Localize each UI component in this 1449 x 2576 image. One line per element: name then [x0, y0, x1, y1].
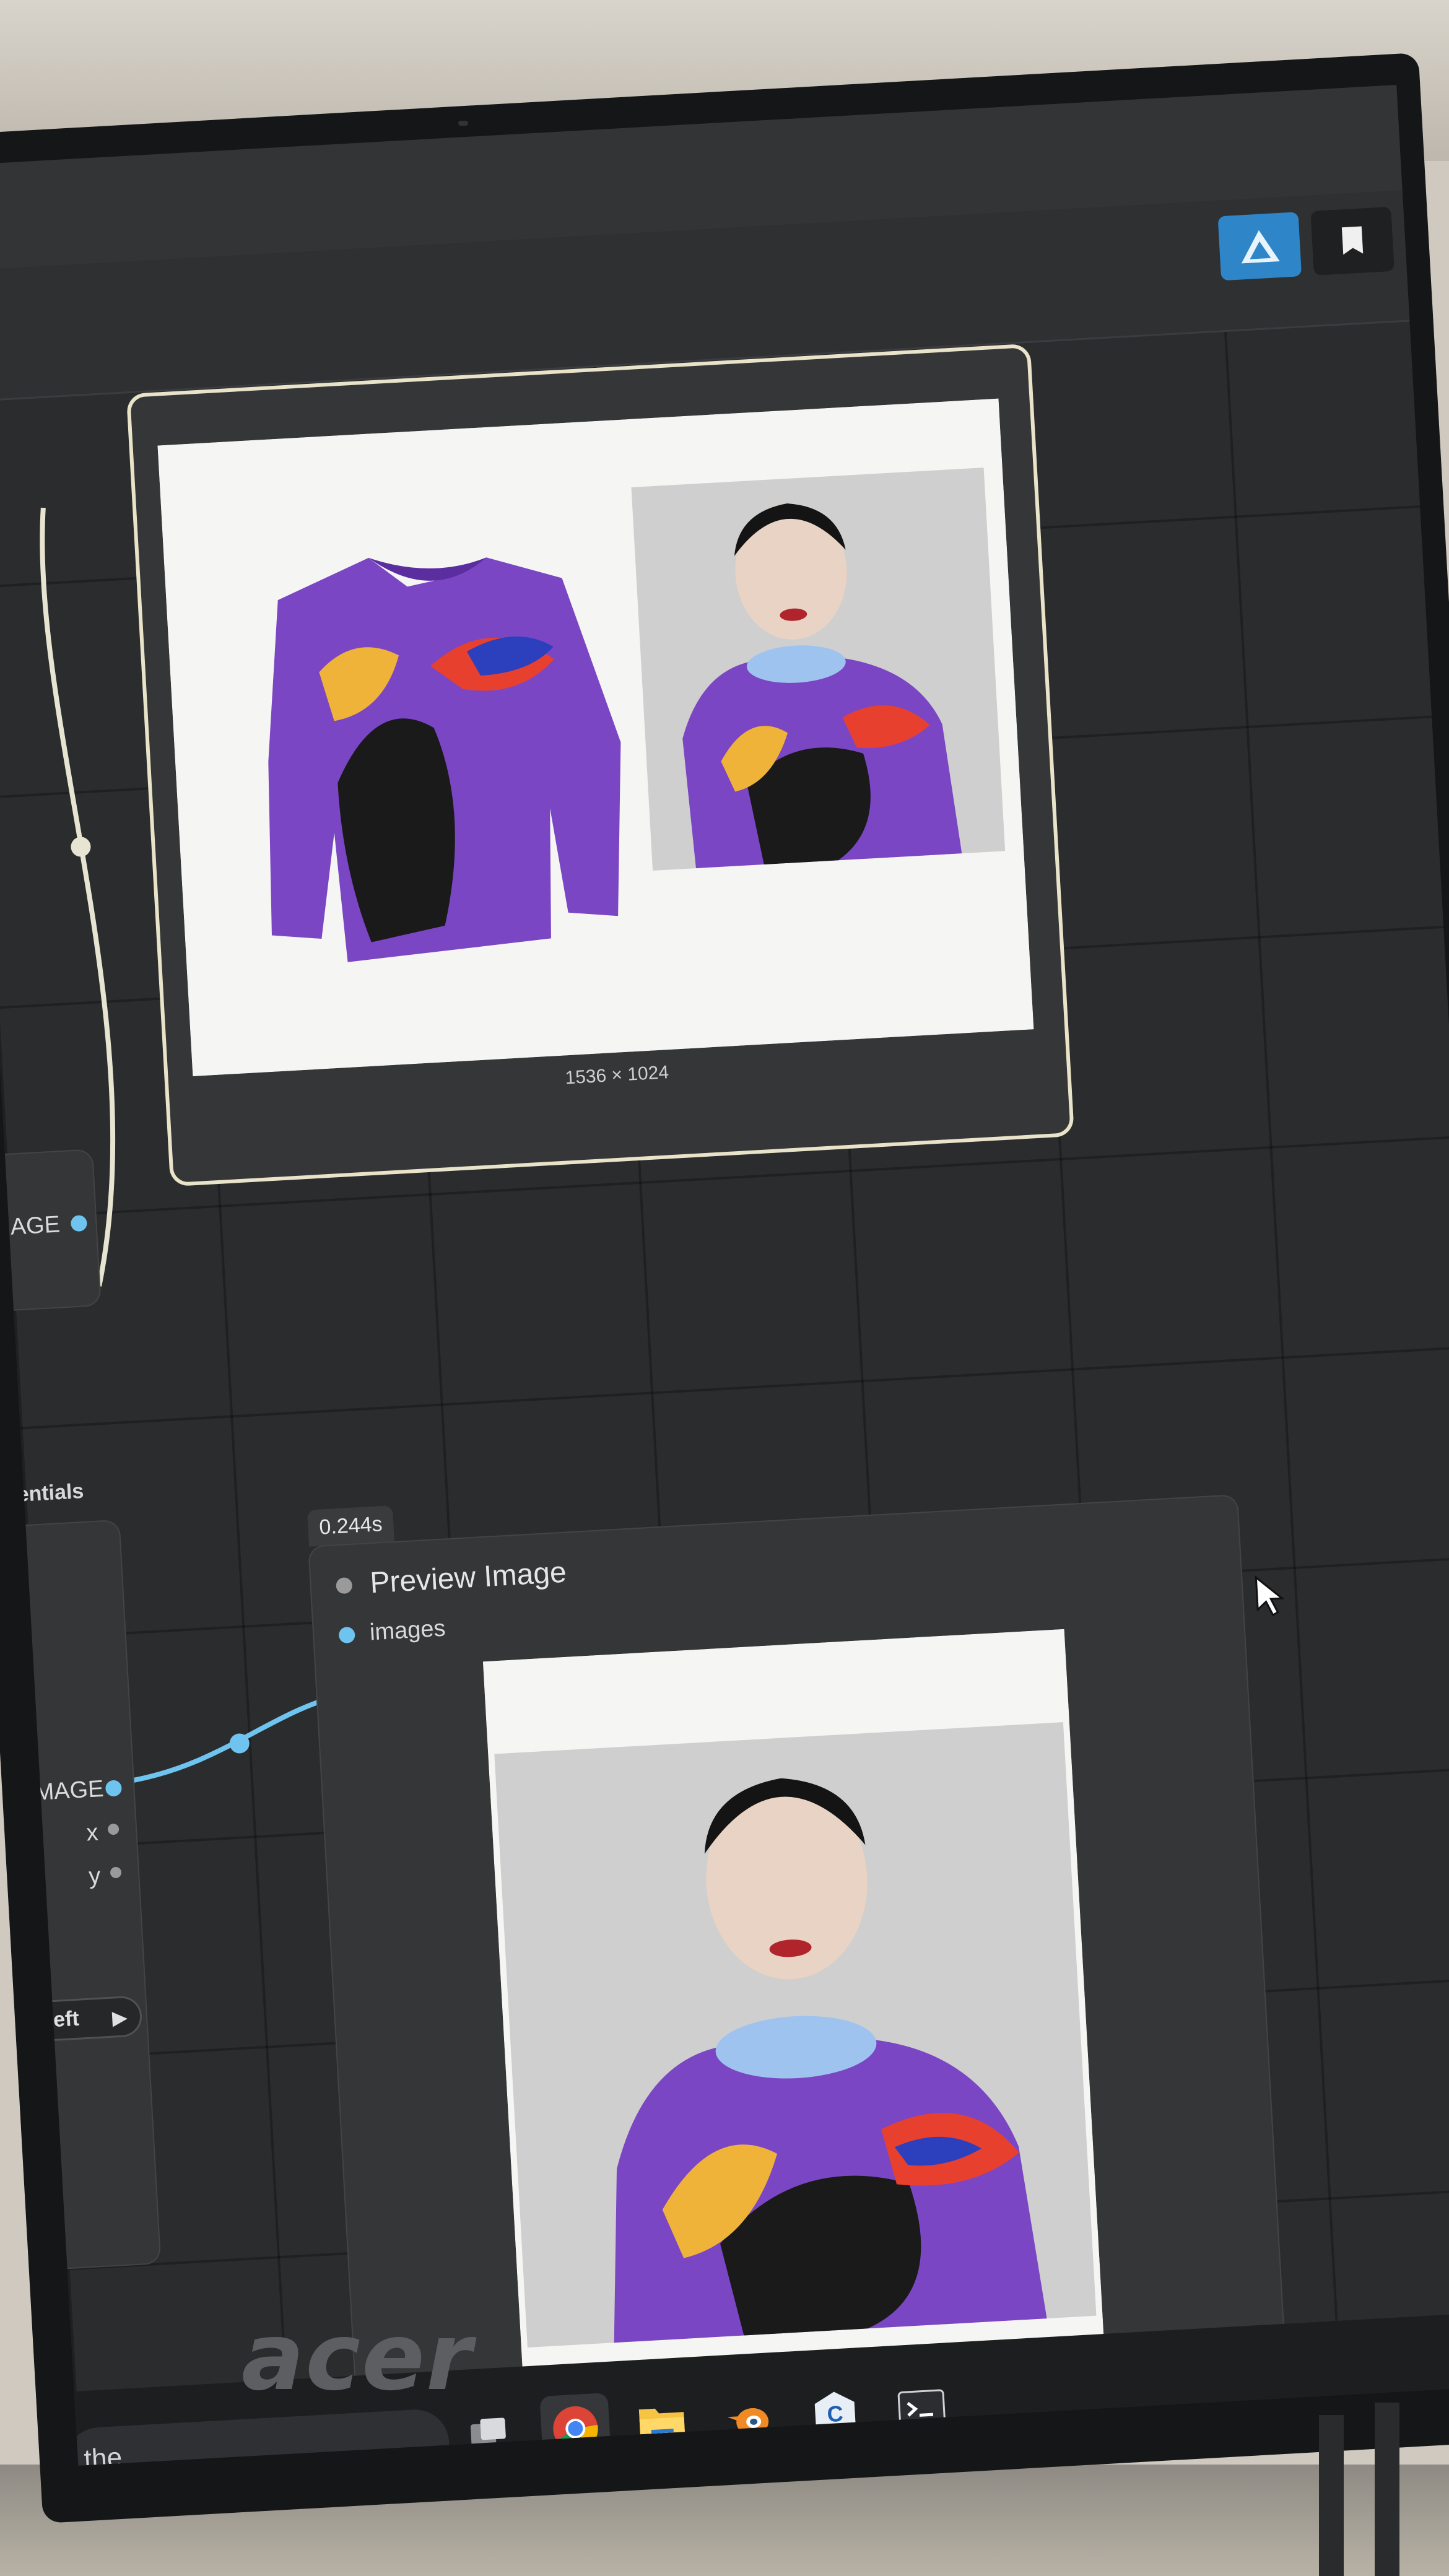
output-label-image-2: MAGE: [33, 1775, 105, 1806]
execution-time-badge: 0.244s: [307, 1505, 395, 1547]
node-status-dot[interactable]: [336, 1577, 353, 1595]
image-compare-node[interactable]: 1536 × 1024: [130, 347, 1071, 1183]
webcam: [458, 121, 468, 126]
pointer-icon: [1255, 1575, 1285, 1617]
output-port-image-2[interactable]: [105, 1780, 123, 1797]
monitor-stand-left: [1319, 2415, 1344, 2576]
direction-selector-value: eft: [53, 2006, 80, 2032]
preview-image-canvas: [482, 1629, 1106, 2404]
output-label-y: y: [88, 1863, 102, 1890]
svg-text:C: C: [827, 2401, 844, 2427]
preview-image-node[interactable]: Preview Image images: [309, 1495, 1284, 2404]
monitor-brand-logo: acer: [242, 2304, 473, 2411]
preview-image: [482, 1629, 1106, 2404]
mouse-cursor: [1253, 1573, 1287, 1622]
monitor-stand-right: [1375, 2403, 1399, 2576]
comparison-image-canvas: [157, 398, 1034, 1077]
screen: IMAGE 1536 × 1024 sentials MAGE x y eft …: [0, 85, 1449, 2466]
output-port-y[interactable]: [110, 1866, 122, 1879]
output-label-x: x: [85, 1819, 99, 1847]
taskbar-search-text: the: [83, 2442, 123, 2466]
comparison-image: [157, 398, 1034, 1077]
input-port-images[interactable]: [338, 1626, 355, 1644]
output-port-x[interactable]: [107, 1823, 120, 1835]
arrow-right-icon: ▶: [111, 2006, 128, 2029]
output-label-image: IMAGE: [0, 1211, 61, 1242]
wire-reroute-dot[interactable]: [71, 837, 92, 858]
image-dimensions: 1536 × 1024: [564, 1062, 669, 1089]
output-port-image[interactable]: [70, 1214, 88, 1232]
node-title: Preview Image: [369, 1556, 568, 1600]
input-label-images: images: [368, 1615, 446, 1646]
load-image-node[interactable]: IMAGE: [0, 1150, 100, 1313]
